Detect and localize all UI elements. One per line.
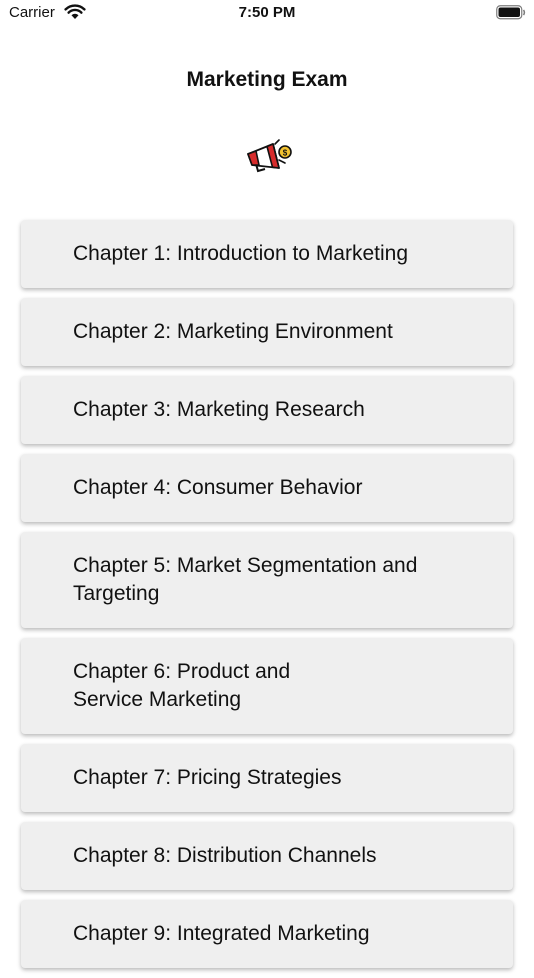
chapter-6-button[interactable]: Chapter 6: Product and Service Marketing — [21, 638, 513, 734]
chapter-8-button[interactable]: Chapter 8: Distribution Channels — [21, 822, 513, 890]
chapter-3-label: Chapter 3: Marketing Research — [73, 398, 365, 421]
chapter-4-button[interactable]: Chapter 4: Consumer Behavior — [21, 454, 513, 522]
chapter-5-button[interactable]: Chapter 5: Market Segmentation and Targe… — [21, 532, 513, 628]
status-bar: Carrier 7:50 PM — [0, 0, 534, 28]
chapter-7-label: Chapter 7: Pricing Strategies — [73, 766, 342, 789]
chapter-6-label: Chapter 6: Product and Service Marketing — [73, 660, 291, 711]
chapter-8-label: Chapter 8: Distribution Channels — [73, 844, 377, 867]
chapter-1-label: Chapter 1: Introduction to Marketing — [73, 242, 409, 265]
chapter-1-button[interactable]: Chapter 1: Introduction to Marketing — [21, 220, 513, 288]
chapter-9-button[interactable]: Chapter 9: Integrated Marketing — [21, 900, 513, 968]
chapter-2-label: Chapter 2: Marketing Environment — [73, 320, 393, 343]
svg-text:$: $ — [283, 148, 288, 157]
chapter-2-button[interactable]: Chapter 2: Marketing Environment — [21, 298, 513, 366]
page-title: Marketing Exam — [186, 68, 348, 91]
chapter-4-label: Chapter 4: Consumer Behavior — [73, 476, 363, 499]
battery-icon — [496, 5, 526, 20]
chapter-list: Chapter 1: Introduction to Marketing Cha… — [21, 220, 513, 978]
megaphone-icon: $ — [247, 139, 292, 173]
chapter-3-button[interactable]: Chapter 3: Marketing Research — [21, 376, 513, 444]
status-time: 7:50 PM — [238, 4, 296, 21]
chapter-5-label: Chapter 5: Market Segmentation and Targe… — [73, 554, 418, 605]
chapter-7-button[interactable]: Chapter 7: Pricing Strategies — [21, 744, 513, 812]
chapter-9-label: Chapter 9: Integrated Marketing — [73, 922, 370, 945]
